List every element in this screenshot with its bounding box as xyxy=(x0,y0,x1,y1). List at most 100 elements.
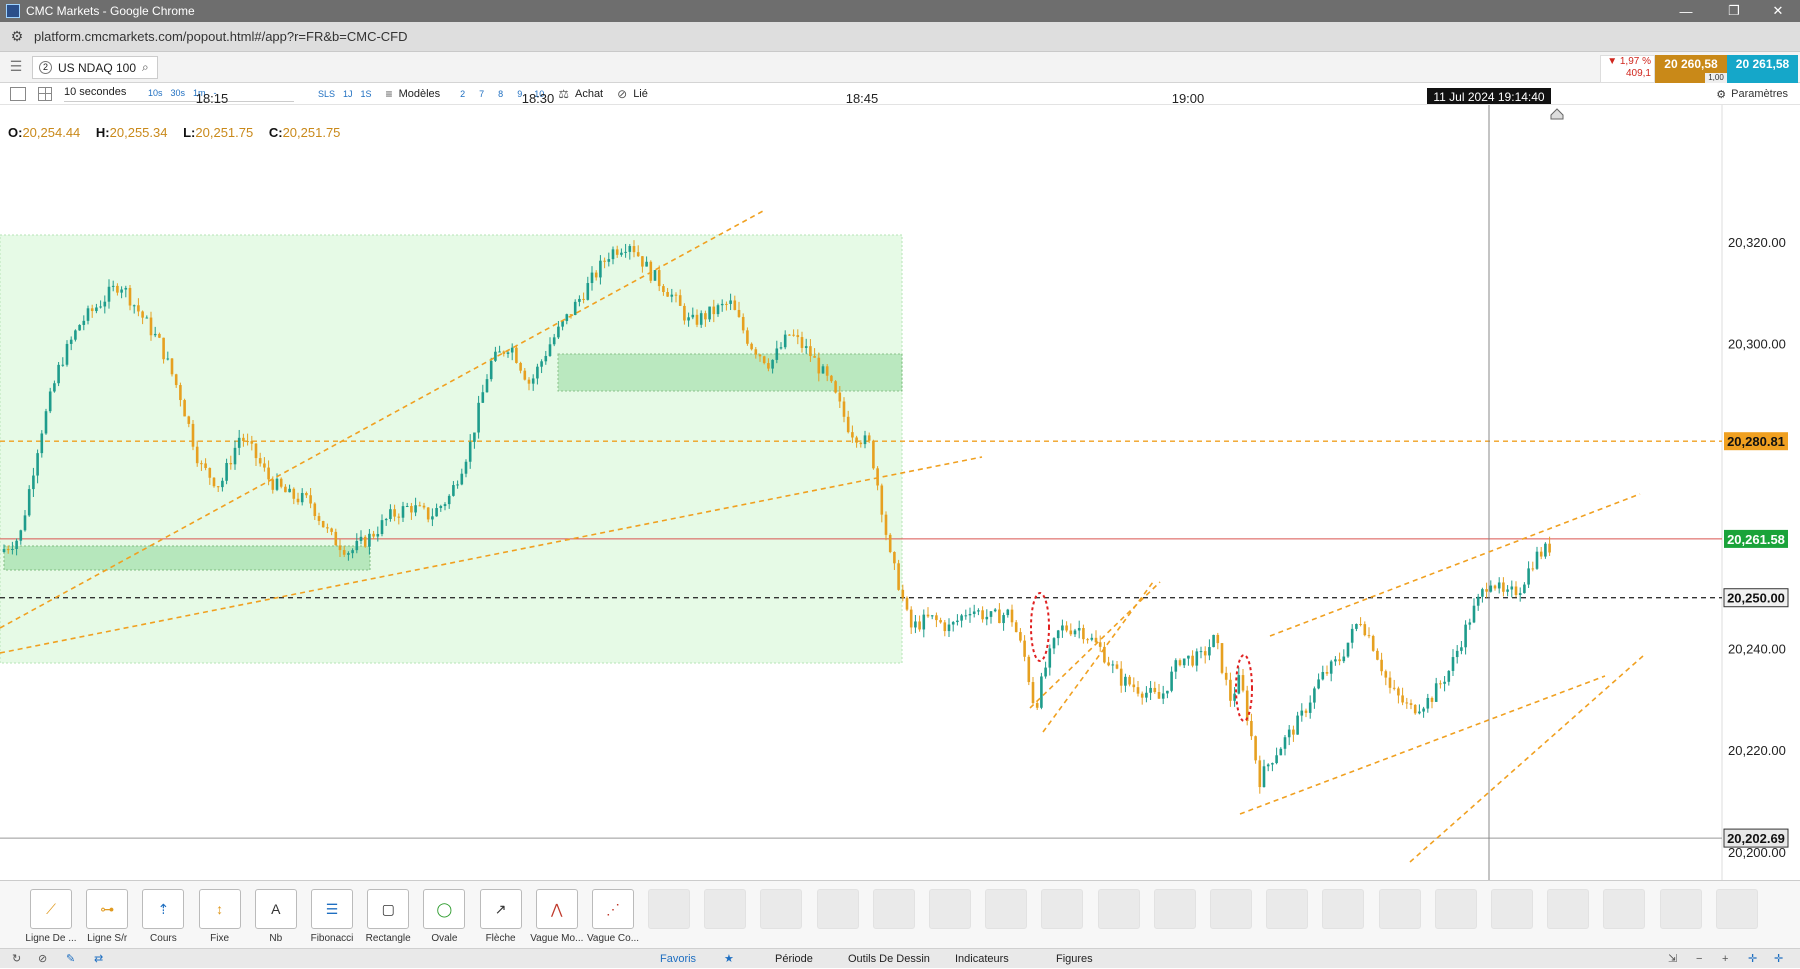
models-button[interactable]: Modèles xyxy=(399,88,441,100)
candle-body xyxy=(788,334,791,336)
tab-favoris[interactable]: Favoris xyxy=(660,949,696,969)
restore-button[interactable]: ❐ xyxy=(1712,0,1756,22)
candle-body xyxy=(662,286,665,292)
candle-body xyxy=(851,432,854,438)
candle-body xyxy=(1153,687,1157,693)
candle-body xyxy=(968,614,972,616)
candle-body xyxy=(1380,659,1383,672)
empty-tool-slot[interactable] xyxy=(872,889,915,929)
instrument-tab[interactable]: 2 US NDAQ 100 ⌕ xyxy=(32,56,158,79)
zoom-in-icon[interactable]: + xyxy=(1722,949,1728,969)
num-2[interactable]: 2 xyxy=(460,89,465,99)
search-icon[interactable]: ⌕ xyxy=(142,60,149,75)
empty-tool-slot[interactable] xyxy=(1547,889,1590,929)
empty-tool-slot[interactable] xyxy=(985,889,1028,929)
candle-body xyxy=(624,251,627,253)
zoom-fit-icon[interactable]: ⇲ xyxy=(1668,949,1677,969)
sell-button[interactable]: 20 260,58 1,00 xyxy=(1655,55,1727,83)
close-button[interactable]: ✕ xyxy=(1756,0,1800,22)
chart-svg[interactable]: 18:15 18:30 18:45 19:00 20,320.00 20,300.00 20… xyxy=(0,88,1800,880)
tool-arrow[interactable]: ↗ xyxy=(479,889,522,929)
candle-body xyxy=(1363,624,1367,636)
candle-body xyxy=(82,320,86,325)
quick-interval-1[interactable]: 30s xyxy=(171,88,186,98)
tool-oval[interactable]: ◯ xyxy=(423,889,466,929)
empty-tool-slot[interactable] xyxy=(929,889,971,929)
empty-tool-slot[interactable] xyxy=(760,889,803,929)
models-icon[interactable]: ≡ xyxy=(386,87,393,101)
linked-toggle[interactable]: Lié xyxy=(633,88,648,100)
quick-interval-0[interactable]: 10s xyxy=(148,88,163,98)
candle-body xyxy=(985,616,989,620)
tool-label: Rectangle xyxy=(365,933,411,944)
tool-price[interactable]: ⇡ xyxy=(142,889,185,929)
price-chart[interactable]: 18:15 18:30 18:45 19:00 20,320.00 20,300.00 20… xyxy=(0,88,1800,880)
tab-outils[interactable]: Outils De Dessin xyxy=(848,949,930,969)
crosshair2-icon[interactable]: ✛ xyxy=(1774,949,1783,969)
tool-wave[interactable]: ⋀ xyxy=(535,889,578,929)
candle-body xyxy=(519,362,522,371)
cancel-icon[interactable]: ⊘ xyxy=(38,949,47,969)
pencil-icon[interactable]: ✎ xyxy=(66,949,75,969)
candle-body xyxy=(141,311,144,318)
tool-sr-line[interactable]: ⊶ xyxy=(86,889,129,929)
refresh-icon[interactable]: ↻ xyxy=(12,949,21,969)
empty-tool-slot[interactable] xyxy=(704,889,747,929)
link-icon[interactable]: ⊘ xyxy=(617,87,627,101)
candle-body xyxy=(536,366,539,379)
candle-body xyxy=(187,416,191,424)
buy-toggle[interactable]: Achat xyxy=(575,88,603,100)
empty-tool-slot[interactable] xyxy=(1434,889,1477,929)
tab-indicateurs[interactable]: Indicateurs xyxy=(955,949,1009,969)
tool-line[interactable]: ⟋ xyxy=(30,889,72,929)
change-percent: ▼ 1,97 % xyxy=(1607,56,1651,67)
tab-figures[interactable]: Figures xyxy=(1056,949,1093,969)
site-settings-icon[interactable]: ⚙ xyxy=(0,28,34,45)
num-8[interactable]: 8 xyxy=(498,89,503,99)
empty-tool-slot[interactable] xyxy=(1041,889,1084,929)
empty-tool-slot[interactable] xyxy=(1210,889,1252,929)
instrument-name: US NDAQ 100 xyxy=(58,60,137,75)
candle-body xyxy=(1321,672,1325,680)
empty-tool-slot[interactable] xyxy=(1322,889,1365,929)
chart-type-icon[interactable] xyxy=(10,86,26,101)
candle-body xyxy=(1035,703,1039,708)
range-1j[interactable]: 1J xyxy=(343,89,353,99)
empty-tool-slot[interactable] xyxy=(1266,889,1309,929)
empty-tool-slot[interactable] xyxy=(1603,889,1646,929)
candle-body xyxy=(32,475,35,490)
minimize-button[interactable]: — xyxy=(1664,0,1708,22)
empty-tool-slot[interactable] xyxy=(1153,889,1196,929)
tool-rectangle[interactable]: ▢ xyxy=(367,889,410,929)
empty-tool-slot[interactable] xyxy=(1097,889,1140,929)
range-sls[interactable]: SLS xyxy=(318,89,335,99)
cursor-icon[interactable]: ⇄ xyxy=(94,949,103,969)
empty-tool-slot[interactable] xyxy=(648,889,690,929)
tab-periode[interactable]: Période xyxy=(775,949,813,969)
star-icon[interactable]: ★ xyxy=(724,949,734,969)
tool-wave2[interactable]: ⋰ xyxy=(592,889,634,929)
candle-body xyxy=(515,347,518,363)
empty-tool-slot[interactable] xyxy=(1491,889,1533,929)
url-text[interactable]: platform.cmcmarkets.com/popout.html#/app… xyxy=(34,29,408,44)
num-7[interactable]: 7 xyxy=(479,89,484,99)
candle-body xyxy=(1250,720,1253,737)
buy-scale-icon[interactable]: ⚖ xyxy=(558,87,569,101)
candle-body xyxy=(221,480,224,488)
hamburger-menu-icon[interactable]: ☰ xyxy=(6,58,26,76)
settings-button[interactable]: ⚙ Paramètres xyxy=(1716,83,1788,105)
empty-tool-slot[interactable] xyxy=(1378,889,1421,929)
tool-text[interactable]: A xyxy=(254,889,297,929)
candle-body xyxy=(1208,647,1211,656)
buy-button[interactable]: 20 261,58 xyxy=(1727,55,1798,83)
range-1s[interactable]: 1S xyxy=(361,89,372,99)
empty-tool-slot[interactable] xyxy=(816,889,859,929)
candle-body xyxy=(99,306,102,308)
tool-fixed[interactable]: ↕ xyxy=(198,889,241,929)
crosshair-icon[interactable]: ✛ xyxy=(1748,949,1757,969)
zoom-out-icon[interactable]: − xyxy=(1696,949,1702,969)
tool-fibonacci[interactable]: ☰ xyxy=(311,889,353,929)
empty-tool-slot[interactable] xyxy=(1659,889,1702,929)
layout-grid-icon[interactable] xyxy=(38,86,52,101)
empty-tool-slot[interactable] xyxy=(1715,889,1758,929)
